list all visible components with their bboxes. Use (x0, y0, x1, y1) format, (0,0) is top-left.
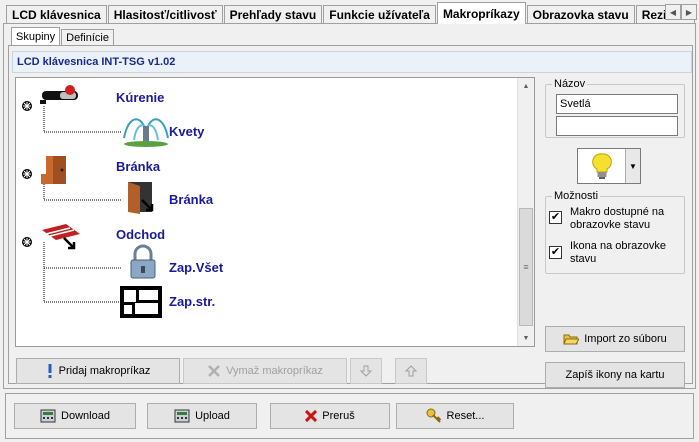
arrow-up-icon (405, 365, 417, 377)
import-from-file-button[interactable]: Import zo súboru (545, 326, 685, 352)
icon-select[interactable]: ▼ (577, 148, 641, 184)
tab-scroll-arrows: ◀ ▶ (665, 4, 697, 20)
add-macro-label: Pridaj makropríkaz (58, 365, 151, 377)
tree-lines (22, 85, 169, 318)
tab-status-screen[interactable]: Obrazovka stavu (526, 5, 635, 24)
tree-item-label[interactable]: Kvety (169, 124, 204, 139)
import-from-file-label: Import zo súboru (584, 333, 667, 345)
name-line2-input[interactable] (556, 116, 678, 136)
upload-button[interactable]: Upload (147, 403, 257, 429)
door-open-icon (128, 182, 154, 214)
tree-expander-icon[interactable] (22, 237, 32, 247)
tab-lcd-keypad[interactable]: LCD klávesnica (6, 5, 107, 24)
tree-expander-icon[interactable] (22, 169, 32, 179)
upload-label: Upload (195, 410, 230, 422)
scroll-up-icon[interactable]: ▲ (518, 78, 534, 94)
write-icons-to-card-button[interactable]: Zapíš ikony na kartu (545, 362, 685, 388)
folder-open-icon (563, 332, 580, 346)
light-bulb-icon (591, 153, 612, 179)
tree-item-label[interactable]: Zap.str. (169, 294, 215, 309)
tab-scroll-left-icon[interactable]: ◀ (665, 4, 681, 20)
close-icon (305, 410, 318, 422)
padlock-icon (130, 244, 156, 279)
tab-user-functions[interactable]: Funkcie užívateľa (323, 5, 436, 24)
main-tab-bar: LCD klávesnica Hlasitosť/citlivosť Prehľ… (6, 2, 696, 24)
tree-group-label[interactable]: Bránka (116, 159, 160, 174)
tree-expander-icon[interactable] (22, 101, 32, 111)
tab-definitions[interactable]: Definície (61, 29, 114, 45)
reset-label: Reset... (446, 410, 485, 422)
delete-macro-label: Vymaž makropríkaz (226, 365, 323, 377)
abort-label: Preruš (322, 410, 355, 422)
arrow-down-icon (360, 365, 372, 377)
floorplan-icon (120, 286, 162, 318)
tree-item-label[interactable]: Zap.Všet (169, 260, 223, 275)
device-title-bar: LCD klávesnica INT-TSG v1.02 (12, 51, 692, 73)
name-group-title: Názov (552, 78, 588, 90)
door-icon (41, 156, 66, 184)
macro-tree[interactable]: Kúrenie Kvety Bránka Bránka Odchod Zap.V… (15, 77, 535, 347)
chevron-down-icon[interactable]: ▼ (625, 149, 640, 183)
keypad-upload-icon (174, 409, 190, 423)
tree-item-label[interactable]: Bránka (169, 192, 213, 207)
status-screen-macro-checkbox[interactable]: ✔ (549, 211, 562, 224)
device-title: LCD klávesnica INT-TSG v1.02 (17, 56, 176, 68)
tree-group-label[interactable]: Odchod (116, 227, 165, 242)
tab-scroll-right-icon[interactable]: ▶ (681, 4, 697, 20)
awning-icon (42, 224, 80, 250)
name-line1-input[interactable]: Svetlá (556, 94, 678, 114)
write-icons-to-card-label: Zapíš ikony na kartu (565, 369, 665, 381)
reset-button[interactable]: Reset... (396, 403, 514, 429)
keypad-download-icon (40, 409, 56, 423)
tab-status-overviews[interactable]: Prehľady stavu (223, 5, 323, 24)
status-screen-icon-label: Ikona na obrazovke stavu (570, 240, 667, 265)
download-label: Download (61, 410, 110, 422)
tree-scrollbar[interactable]: ▲ ≡ ▼ (517, 78, 534, 346)
delete-icon (207, 364, 221, 378)
scroll-down-icon[interactable]: ▼ (518, 330, 534, 346)
download-button[interactable]: Download (14, 403, 136, 429)
options-group-title: Možnosti (552, 190, 601, 202)
key-icon (426, 408, 442, 424)
move-up-button[interactable] (395, 358, 427, 384)
sub-tab-bar: Skupiny Definície (11, 27, 115, 45)
tab-groups[interactable]: Skupiny (11, 27, 61, 45)
sprinkler-icon (123, 118, 169, 147)
tab-macros[interactable]: Makropríkazy (436, 2, 526, 24)
status-screen-macro-label: Makro dostupné na obrazovke stavu (570, 206, 665, 231)
tab-volume-sensitivity[interactable]: Hlasitosť/citlivosť (107, 5, 223, 24)
move-down-button[interactable] (350, 358, 382, 384)
tree-group-label[interactable]: Kúrenie (116, 90, 164, 105)
abort-button[interactable]: Preruš (270, 403, 390, 429)
delete-macro-button[interactable]: Vymaž makropríkaz (183, 358, 347, 384)
thermostat-icon (40, 85, 78, 104)
status-screen-icon-checkbox[interactable]: ✔ (549, 246, 562, 259)
exclamation-icon (46, 364, 54, 378)
scroll-thumb[interactable]: ≡ (519, 208, 533, 326)
add-macro-button[interactable]: Pridaj makropríkaz (16, 358, 180, 384)
